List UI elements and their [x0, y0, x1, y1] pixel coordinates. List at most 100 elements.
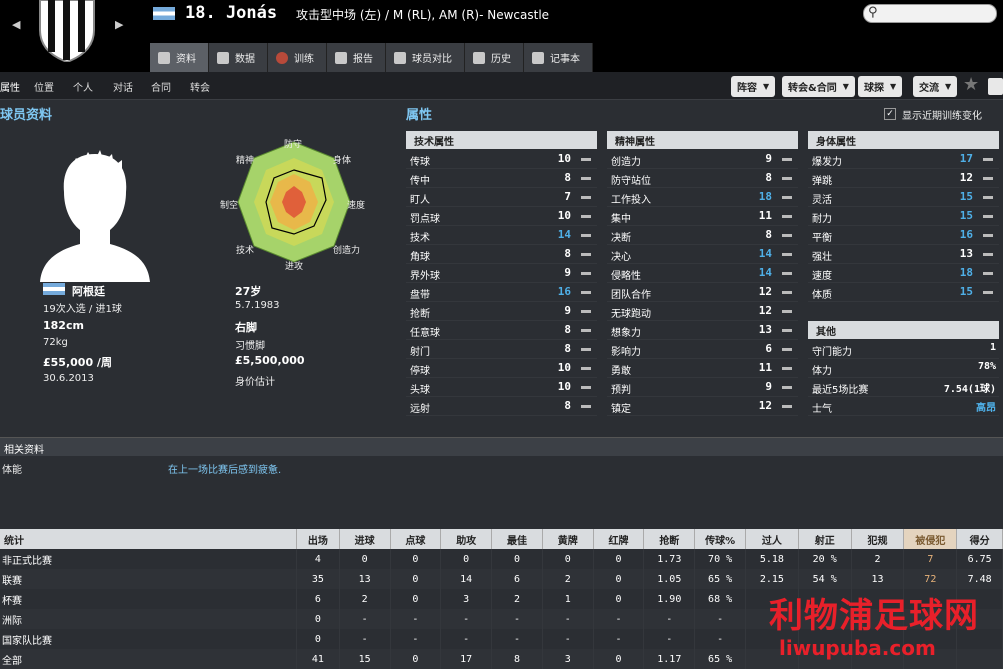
- mental-row[interactable]: 工作投入 18: [607, 188, 798, 207]
- stats-header-cell[interactable]: 犯规: [851, 529, 905, 549]
- technical-row[interactable]: 技术 14: [406, 226, 597, 245]
- mental-row[interactable]: 预判 9: [607, 378, 798, 397]
- technical-row[interactable]: 停球 10: [406, 359, 597, 378]
- physical-row[interactable]: 弹跳 12: [808, 169, 999, 188]
- physical-name: 弹跳: [812, 176, 832, 187]
- trend-dash-icon: [581, 177, 591, 180]
- physical-row[interactable]: 速度 18: [808, 264, 999, 283]
- tab-report[interactable]: 报告: [327, 43, 386, 72]
- stats-header-cell[interactable]: 统计: [0, 529, 298, 549]
- mental-row[interactable]: 镇定 12: [607, 397, 798, 416]
- technical-name: 传中: [410, 176, 430, 187]
- stats-row[interactable]: 非正式比赛 4 0 0 0 0 0 0 1.73 70 % 5.18 20 % 2 7 6.75: [0, 549, 1003, 569]
- stats-header-cell[interactable]: 得分: [956, 529, 1003, 549]
- tab-history[interactable]: 历史: [465, 43, 524, 72]
- physical-row[interactable]: 体质 15: [808, 283, 999, 302]
- technical-row[interactable]: 角球 8: [406, 245, 597, 264]
- stats-header-cell[interactable]: 红牌: [593, 529, 645, 549]
- stats-cell: -: [593, 629, 645, 649]
- tab-compare[interactable]: 球员对比: [386, 43, 465, 72]
- technical-row[interactable]: 头球 10: [406, 378, 597, 397]
- technical-row[interactable]: 传中 8: [406, 169, 597, 188]
- mental-row[interactable]: 集中 11: [607, 207, 798, 226]
- stats-header-cell[interactable]: 点球: [390, 529, 442, 549]
- mental-row[interactable]: 决心 14: [607, 245, 798, 264]
- show-training-label: 显示近期训练变化: [902, 111, 982, 122]
- forward-arrow-icon[interactable]: ▶: [115, 18, 123, 31]
- menu-icon[interactable]: [988, 78, 1003, 95]
- physical-row[interactable]: 灵活 15: [808, 188, 999, 207]
- mental-row[interactable]: 侵略性 14: [607, 264, 798, 283]
- stats-cell: -: [694, 609, 746, 629]
- technical-row[interactable]: 射门 8: [406, 340, 597, 359]
- stats-header-cell[interactable]: 抢断: [643, 529, 696, 549]
- interact-dropdown[interactable]: 交流 ▼: [913, 76, 958, 97]
- mental-row[interactable]: 无球跑动 12: [607, 302, 798, 321]
- stats-header-cell[interactable]: 最佳: [491, 529, 543, 549]
- physical-row[interactable]: 耐力 15: [808, 207, 999, 226]
- profile-section-title: 球员资料: [0, 108, 53, 123]
- back-arrow-icon[interactable]: ◀: [12, 18, 20, 31]
- stats-header-cell[interactable]: 出场: [296, 529, 340, 549]
- contract-expiry: 30.6.2013: [43, 373, 94, 384]
- technical-row[interactable]: 盯人 7: [406, 188, 597, 207]
- star-icon[interactable]: ★: [963, 74, 979, 95]
- mental-row[interactable]: 勇敢 11: [607, 359, 798, 378]
- tab-profile[interactable]: 资料: [150, 43, 209, 72]
- mental-row[interactable]: 想象力 13: [607, 321, 798, 340]
- physical-value: 13: [959, 247, 973, 260]
- subnav-contract[interactable]: 合同: [151, 79, 171, 94]
- stats-header-cell[interactable]: 射正: [798, 529, 852, 549]
- other-row[interactable]: 守门能力 1: [808, 340, 999, 359]
- mental-row[interactable]: 影响力 6: [607, 340, 798, 359]
- technical-row[interactable]: 罚点球 10: [406, 207, 597, 226]
- stats-header-cell[interactable]: 助攻: [440, 529, 493, 549]
- scout-dropdown[interactable]: 球探 ▼: [858, 76, 903, 97]
- mental-row[interactable]: 防守站位 8: [607, 169, 798, 188]
- stats-header-cell[interactable]: 黄牌: [542, 529, 594, 549]
- squad-dropdown[interactable]: 阵容 ▼: [731, 76, 776, 97]
- radar-label-creativity: 创造力: [333, 246, 361, 256]
- stats-cell: 1.73: [643, 549, 696, 569]
- technical-row[interactable]: 盘带 16: [406, 283, 597, 302]
- mental-row[interactable]: 决断 8: [607, 226, 798, 245]
- technical-row[interactable]: 远射 8: [406, 397, 597, 416]
- stats-header-cell[interactable]: 被侵犯: [903, 529, 958, 549]
- mental-row[interactable]: 团队合作 12: [607, 283, 798, 302]
- stats-header-cell[interactable]: 传球%: [694, 529, 746, 549]
- subnav-attributes[interactable]: 属性: [0, 79, 20, 94]
- mental-value: 14: [758, 266, 772, 279]
- stats-cell: -: [339, 609, 391, 629]
- tab-data[interactable]: 数据: [209, 43, 268, 72]
- other-row[interactable]: 最近5场比赛 7.54(1球): [808, 378, 999, 397]
- technical-row[interactable]: 抢断 9: [406, 302, 597, 321]
- physical-row[interactable]: 强壮 13: [808, 245, 999, 264]
- stats-cell: 5.18: [745, 549, 799, 569]
- transfer-contract-dropdown[interactable]: 转会&合同 ▼: [782, 76, 855, 97]
- show-training-checkbox[interactable]: ✓: [884, 108, 896, 120]
- other-row[interactable]: 体力 78%: [808, 359, 999, 378]
- trend-dash-icon: [782, 196, 792, 199]
- subnav-personal[interactable]: 个人: [73, 79, 93, 94]
- related-info-header: 相关资料: [0, 437, 1003, 456]
- technical-row[interactable]: 任意球 8: [406, 321, 597, 340]
- search-input[interactable]: ⚲: [863, 4, 997, 23]
- stats-header-cell[interactable]: 进球: [339, 529, 391, 549]
- mental-value: 12: [758, 399, 772, 412]
- radar-label-attacking: 进攻: [285, 262, 304, 272]
- tab-notebook[interactable]: 记事本: [524, 43, 593, 72]
- tab-training[interactable]: 训练: [268, 43, 327, 72]
- physical-row[interactable]: 爆发力 17: [808, 150, 999, 169]
- technical-value: 9: [564, 266, 571, 279]
- subnav-position[interactable]: 位置: [34, 79, 54, 94]
- technical-row[interactable]: 传球 10: [406, 150, 597, 169]
- mental-row[interactable]: 创造力 9: [607, 150, 798, 169]
- technical-row[interactable]: 界外球 9: [406, 264, 597, 283]
- stats-row[interactable]: 联赛 35 13 0 14 6 2 0 1.05 65 % 2.15 54 % 13 72 7.48: [0, 569, 1003, 589]
- subnav-transfer[interactable]: 转会: [190, 79, 210, 94]
- stats-header-cell[interactable]: 过人: [745, 529, 799, 549]
- subnav-dialogue[interactable]: 对话: [113, 79, 133, 94]
- physical-row[interactable]: 平衡 16: [808, 226, 999, 245]
- watermark-title: 利物浦足球网: [769, 596, 979, 636]
- other-row[interactable]: 士气 高昂: [808, 397, 999, 416]
